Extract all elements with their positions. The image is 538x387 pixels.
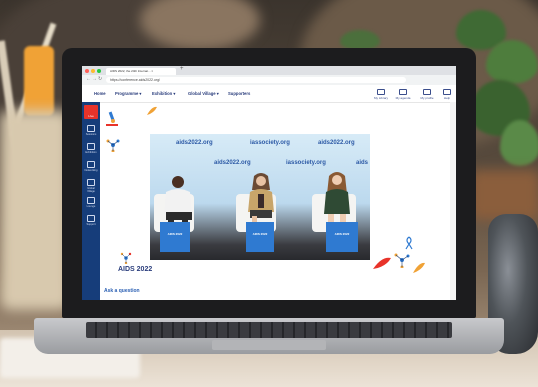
laptop-keyboard [86,322,452,338]
nav-my-library[interactable]: My Library [372,89,390,100]
backdrop-text: aids [356,160,369,166]
plant-leaf [486,40,538,84]
nav-global-village[interactable]: Global Village ▾ [188,91,219,96]
backdrop-text: aids2022.org [176,140,213,146]
laptop-base [34,318,504,354]
plant-leaf [500,120,538,166]
molecule-icon [120,252,132,264]
stage-podium: AIDS 2022 [326,222,358,252]
profile-icon [423,89,431,95]
minimize-dot-icon[interactable] [91,69,95,73]
exhibition-icon [87,143,95,150]
backdrop-text: aids2022.org [214,160,251,166]
rail-item-lounge[interactable]: Lounge [84,196,98,210]
sessions-icon [87,125,95,132]
lamp-head [24,46,54,116]
support-icon [87,215,95,222]
rail-item-exhibition[interactable]: Exhibition [84,142,98,156]
molecule-icon [106,139,120,152]
nav-home[interactable]: Home [94,91,106,96]
microscope-icon [106,111,118,126]
maximize-dot-icon[interactable] [97,69,101,73]
rail-item-sessions[interactable]: Sessions [84,124,98,138]
ribbon-icon [405,236,413,250]
reload-icon[interactable]: ↻ [98,76,102,82]
agenda-icon [399,89,407,95]
address-bar: ← → ↻ https://conference.aids2022.org/ [82,75,456,85]
new-tab-icon[interactable]: + [180,66,184,72]
nav-exhibition[interactable]: Exhibition ▾ [152,91,176,96]
nav-my-profile[interactable]: My profile [418,89,436,100]
nav-supporters[interactable]: Supporters [228,91,250,96]
leaf-icon [413,262,425,273]
backdrop-text: iassociety.org [250,140,290,146]
backdrop-text: aids2022.org [318,140,355,146]
plant-leaf [340,30,380,50]
backdrop-text: iassociety.org [286,160,326,166]
nav-programme[interactable]: Programme ▾ [115,91,142,96]
conference-logo: AIDS 2022 [118,266,153,273]
village-icon [87,179,95,186]
browser-tab[interactable]: AIDS 2022, the 24th Internat... × [106,68,176,75]
video-player[interactable]: aids2022.org iassociety.org aids2022.org… [150,134,370,260]
help-icon [443,89,451,95]
close-dot-icon[interactable] [85,69,89,73]
browser-tabbar: AIDS 2022, the 24th Internat... × + [82,66,456,75]
plant-pot [470,170,538,220]
url-field[interactable]: https://conference.aids2022.org/ [106,77,406,83]
page-scrollbar[interactable] [450,102,456,300]
site-nav: Home Programme ▾ Exhibition ▾ Global Vil… [82,85,456,103]
forward-icon[interactable]: → [92,76,97,82]
laptop-trackpad [212,340,326,350]
photo-scene: AIDS 2022, the 24th Internat... × + ← → … [0,0,538,387]
ask-question-link[interactable]: Ask a question [104,288,140,294]
networking-icon [87,161,95,168]
rail-item-support[interactable]: Support [84,214,98,228]
library-icon [377,89,385,95]
laptop-screen: AIDS 2022, the 24th Internat... × + ← → … [82,66,456,300]
nav-help[interactable]: Help [438,89,456,100]
back-icon[interactable]: ← [86,76,91,82]
side-rail: Live Sessions Exhibition Networking Glob… [82,102,100,300]
leaf-icon [373,257,391,269]
rail-live-button[interactable]: Live [84,105,98,119]
lamp-shade [0,110,70,310]
molecule-icon [394,253,410,268]
stage-podium: AIDS 2022 [246,222,274,252]
lounge-icon [87,197,95,204]
leaf-icon [147,106,157,115]
rail-item-networking[interactable]: Networking [84,160,98,174]
rail-item-global-village[interactable]: Global Village [84,178,98,193]
nav-my-agenda[interactable]: My agenda [394,89,412,100]
stage-podium: AIDS 2022 [160,222,190,252]
